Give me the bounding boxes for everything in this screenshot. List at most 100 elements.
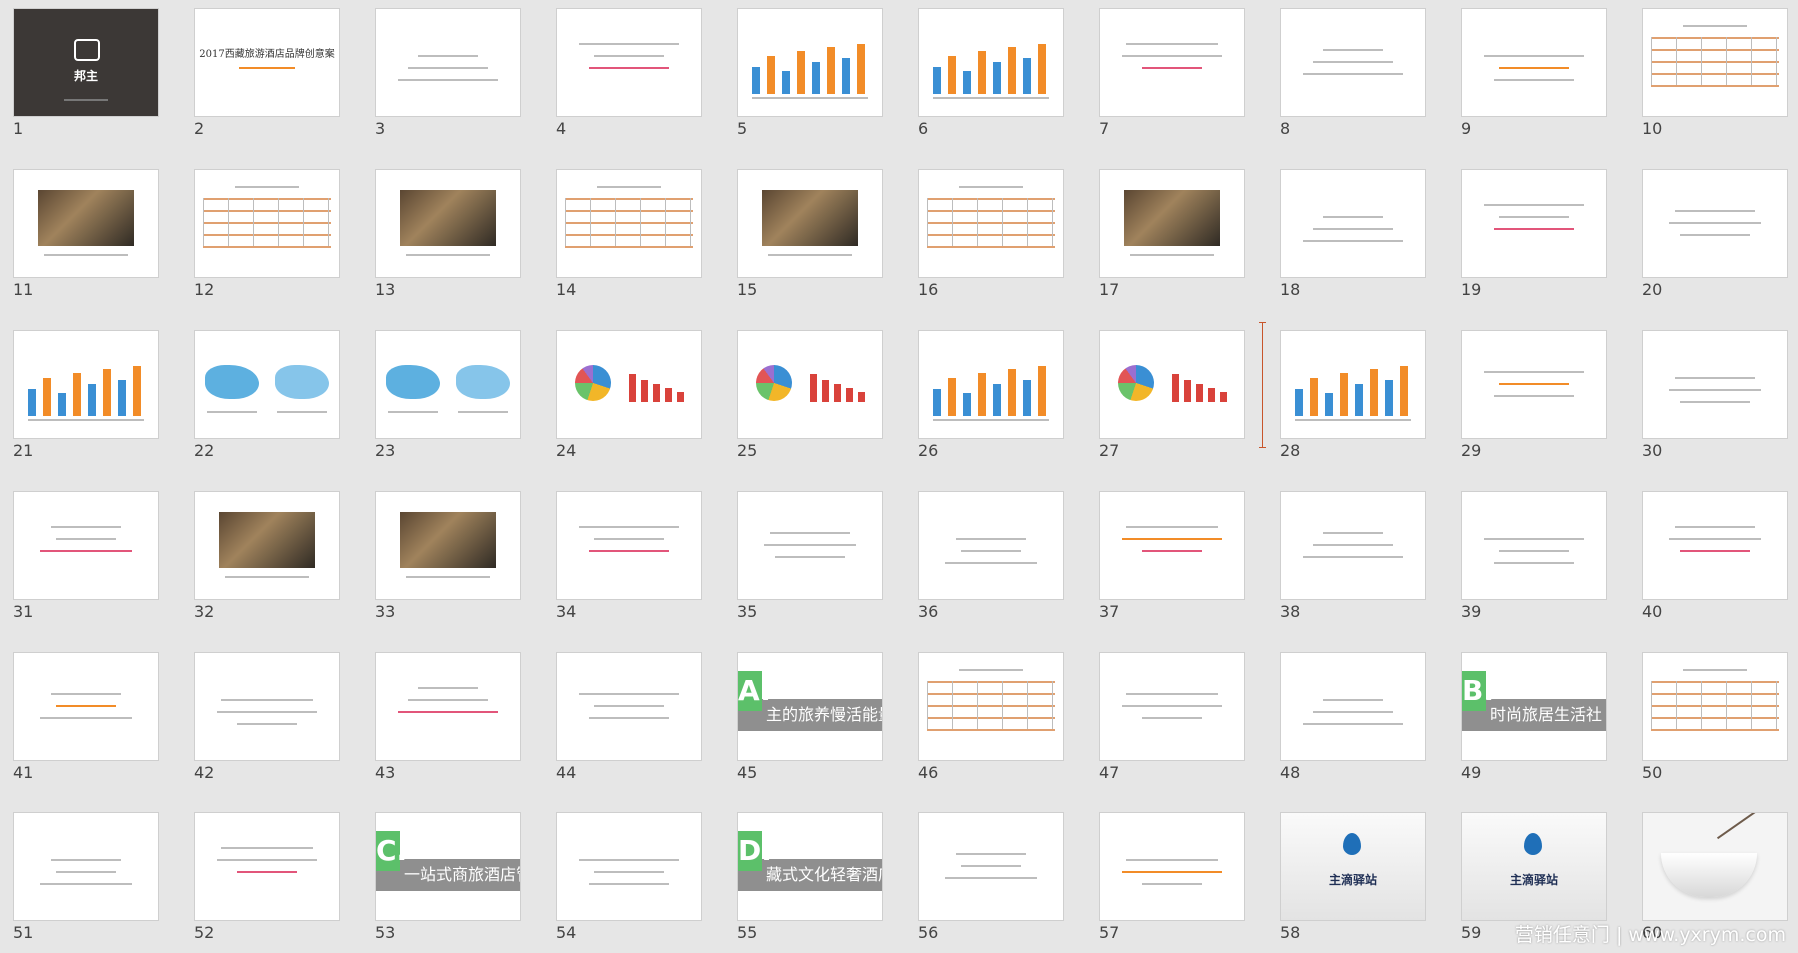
slide-canvas <box>737 330 883 439</box>
slide-thumbnail[interactable]: 20 <box>1642 169 1788 299</box>
slide-thumbnail[interactable]: 41 <box>13 652 159 782</box>
slide-thumbnail[interactable]: 25 <box>737 330 883 460</box>
slide-thumbnail[interactable]: 36 <box>918 491 1064 621</box>
slide-canvas <box>13 491 159 600</box>
table-col <box>1651 681 1652 729</box>
slide-thumbnail[interactable]: 28 <box>1280 330 1426 460</box>
text-line <box>1675 377 1755 379</box>
slide-thumbnail[interactable]: 22 <box>194 330 340 460</box>
slide-thumbnail[interactable]: 57 <box>1099 812 1245 942</box>
pie-chart <box>575 365 611 401</box>
slide-thumbnail[interactable]: 主滴驿站 59 <box>1461 812 1607 942</box>
slide-thumbnail[interactable]: 54 <box>556 812 702 942</box>
slide-thumbnail[interactable]: 一站式商旅酒店管 C. 53 <box>375 812 521 942</box>
slide-thumbnail[interactable]: 30 <box>1642 330 1788 460</box>
slide-thumbnail[interactable]: 56 <box>918 812 1064 942</box>
slide-thumbnail[interactable]: 主的旅养慢活能量驿A. 45 <box>737 652 883 782</box>
slide-thumbnail[interactable]: 33 <box>375 491 521 621</box>
slide-thumbnail[interactable]: 42 <box>194 652 340 782</box>
text-line <box>1142 717 1202 719</box>
slide-thumbnail[interactable]: 11 <box>13 169 159 299</box>
slide-thumbnail[interactable]: 60 <box>1642 812 1788 942</box>
slide-thumbnail[interactable]: 44 <box>556 652 702 782</box>
text-line <box>1651 49 1779 51</box>
slide-canvas <box>1099 330 1245 439</box>
slide-thumbnail[interactable]: 6 <box>918 8 1064 138</box>
text-line <box>1130 254 1214 256</box>
slide-thumbnail[interactable]: 47 <box>1099 652 1245 782</box>
slide-thumbnail[interactable]: 31 <box>13 491 159 621</box>
slide-thumbnail[interactable]: 18 <box>1280 169 1426 299</box>
slide-thumbnail[interactable]: 35 <box>737 491 883 621</box>
slide-thumbnail[interactable]: 40 <box>1642 491 1788 621</box>
chart-bar <box>58 392 66 416</box>
slide-thumbnail[interactable]: 50 <box>1642 652 1788 782</box>
slide-thumbnail[interactable]: 24 <box>556 330 702 460</box>
slide-thumbnail[interactable]: 37 <box>1099 491 1245 621</box>
slide-thumbnail[interactable]: 邦主 1 <box>13 8 159 138</box>
slide-thumbnail[interactable]: 51 <box>13 812 159 942</box>
chart-bar <box>1295 389 1303 416</box>
slide-number: 14 <box>556 280 577 299</box>
slide-thumbnail[interactable]: 46 <box>918 652 1064 782</box>
slide-thumbnail[interactable]: 12 <box>194 169 340 299</box>
slide-thumbnail[interactable]: 主滴驿站 58 <box>1280 812 1426 942</box>
slide-thumbnail[interactable]: 时尚旅居生活社 B. 49 <box>1461 652 1607 782</box>
slide-thumbnail[interactable]: 7 <box>1099 8 1245 138</box>
map-shape <box>456 365 510 399</box>
table-col <box>977 681 978 729</box>
slide-photo <box>400 190 496 246</box>
text-line <box>1651 693 1779 695</box>
slide-thumbnail[interactable]: 23 <box>375 330 521 460</box>
slide-canvas <box>13 812 159 921</box>
text-line <box>1323 532 1383 534</box>
text-line <box>408 67 488 69</box>
slide-thumbnail[interactable]: 32 <box>194 491 340 621</box>
text-line <box>203 234 331 236</box>
chart-bar <box>963 70 971 94</box>
text-line <box>594 871 664 873</box>
text-line <box>40 883 132 885</box>
slide-thumbnail[interactable]: 8 <box>1280 8 1426 138</box>
chart-bar <box>1008 47 1016 94</box>
slide-thumbnail[interactable]: 3 <box>375 8 521 138</box>
slide-canvas <box>194 330 340 439</box>
table-col <box>1726 37 1727 85</box>
slide-thumbnail[interactable]: 43 <box>375 652 521 782</box>
slide-thumbnail[interactable]: 48 <box>1280 652 1426 782</box>
text-line <box>579 859 679 861</box>
slide-thumbnail[interactable]: 14 <box>556 169 702 299</box>
slide-thumbnail[interactable]: 38 <box>1280 491 1426 621</box>
text-line <box>565 210 693 212</box>
slide-thumbnail[interactable]: 9 <box>1461 8 1607 138</box>
table-col <box>328 198 329 246</box>
slide-thumbnail[interactable]: 16 <box>918 169 1064 299</box>
text-line <box>1651 61 1779 63</box>
table-col <box>1027 198 1028 246</box>
slide-thumbnail[interactable]: 26 <box>918 330 1064 460</box>
slide-canvas <box>1461 491 1607 600</box>
slide-thumbnail[interactable]: 藏式文化轻奢酒店 D. 55 <box>737 812 883 942</box>
text-line <box>1499 383 1569 385</box>
slide-number: 23 <box>375 441 396 460</box>
slide-thumbnail[interactable]: 29 <box>1461 330 1607 460</box>
slide-thumbnail[interactable]: 17 <box>1099 169 1245 299</box>
slide-thumbnail[interactable]: 34 <box>556 491 702 621</box>
text-line <box>1122 871 1222 873</box>
slide-thumbnail[interactable]: 13 <box>375 169 521 299</box>
slide-thumbnail[interactable]: 27 <box>1099 330 1245 460</box>
slide-thumbnail[interactable]: 39 <box>1461 491 1607 621</box>
chart-bar <box>1208 388 1215 402</box>
slide-thumbnail[interactable]: 10 <box>1642 8 1788 138</box>
slide-thumbnail[interactable]: 15 <box>737 169 883 299</box>
slide-thumbnail[interactable]: 5 <box>737 8 883 138</box>
slide-thumbnail[interactable]: 19 <box>1461 169 1607 299</box>
text-line <box>217 711 317 713</box>
slide-thumbnail[interactable]: 4 <box>556 8 702 138</box>
slide-thumbnail[interactable]: 52 <box>194 812 340 942</box>
slide-thumbnail[interactable]: 2017西藏旅游酒店品牌创意案 2 <box>194 8 340 138</box>
slide-thumbnail[interactable]: 21 <box>13 330 159 460</box>
table-col <box>1726 681 1727 729</box>
slide-title: 2017西藏旅游酒店品牌创意案 <box>199 49 335 60</box>
slide-number: 6 <box>918 119 929 138</box>
